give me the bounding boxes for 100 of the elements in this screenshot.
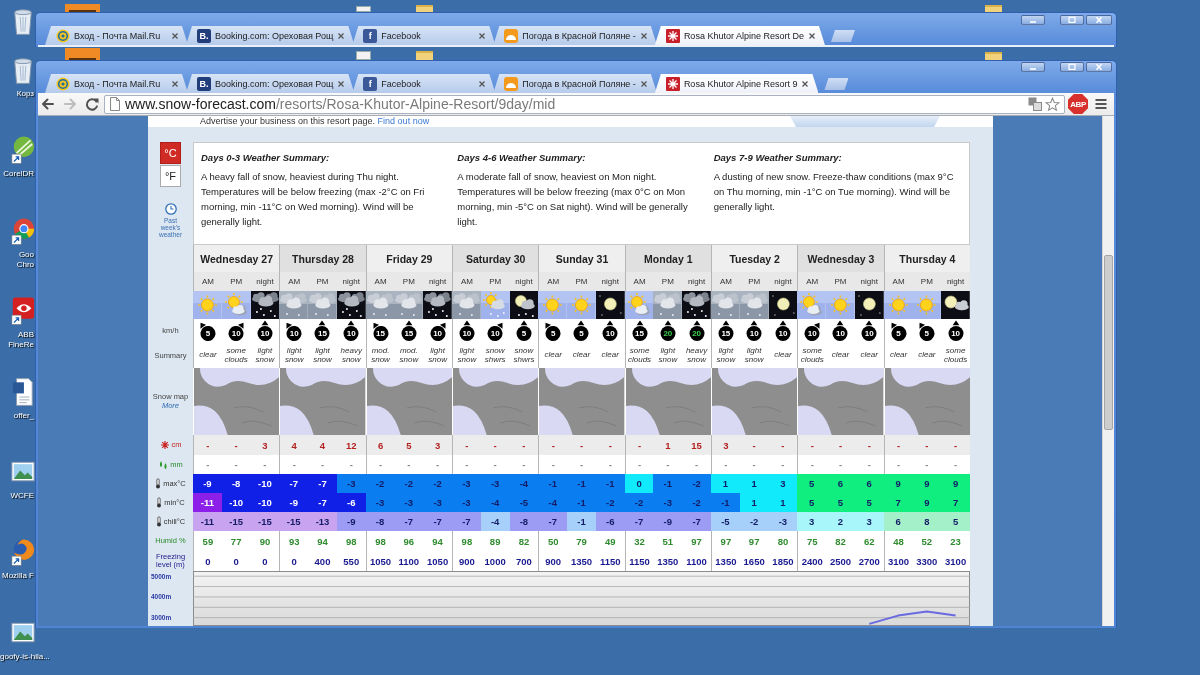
close-button[interactable]: [1086, 62, 1112, 72]
snowflake-icon: [665, 76, 680, 91]
freezing-level-value: 1050: [427, 555, 449, 567]
rainfall-value: -: [551, 459, 555, 470]
back-arrow-icon[interactable]: [40, 96, 56, 112]
clock-icon[interactable]: [164, 203, 177, 215]
temperature-cell: -15: [279, 512, 309, 531]
browser-tab[interactable]: Погода в Красной Поляне -: [493, 26, 657, 45]
summary-text: A moderate fall of snow, heaviest on Mon night. Temperatures will be below freezing (max 0°C on Mon morning, min -5°C on Sat night). Wind will be generally light.: [457, 170, 689, 229]
period-label: PM: [480, 272, 510, 291]
temperature-cell: -4: [509, 474, 539, 493]
close-icon[interactable]: [337, 31, 346, 40]
freezing-level-value: 0: [291, 555, 297, 567]
browser-tab[interactable]: B. Booking.com: Ореховая Рощ: [186, 74, 355, 93]
app-icon[interactable]: [11, 296, 35, 327]
humidity-value: 97: [748, 535, 760, 547]
close-icon[interactable]: [639, 79, 648, 88]
day-header: Sunday 31: [538, 245, 625, 272]
site-logo: B.: [197, 76, 211, 91]
temperature-cell: -2: [423, 474, 452, 493]
temperature-cell: -6: [595, 512, 625, 531]
browser-tab[interactable]: Rosa Khutor Alpine Resort 9: [654, 74, 819, 93]
rainfall-value: -: [867, 459, 871, 470]
close-button[interactable]: [1086, 15, 1112, 25]
reload-icon[interactable]: [84, 96, 100, 112]
humidity-value: 75: [806, 535, 818, 547]
close-icon[interactable]: [337, 79, 346, 88]
close-icon[interactable]: [807, 31, 816, 40]
minimize-button[interactable]: [1021, 62, 1045, 72]
browser-tab[interactable]: B. Booking.com: Ореховая Рощ: [186, 26, 355, 45]
temperature-cell: -11: [193, 512, 222, 531]
humidity-value: 94: [432, 535, 443, 547]
snowfall-cell: -: [826, 435, 855, 455]
app-icon[interactable]: [11, 135, 35, 166]
humidity-value: 97: [691, 535, 702, 547]
period-label: PM: [653, 272, 683, 291]
period-label: night: [250, 272, 280, 291]
summary-text: A dusting of new snow. Freeze-thaw conditions (max 9°C on Thu morning, min -1°C on Tue morning). Wind will be generally light.: [713, 170, 955, 214]
weather-summary: clear: [774, 351, 792, 360]
snowfall-cell: -: [941, 435, 970, 455]
star-icon[interactable]: [1045, 96, 1060, 112]
icon-label: WCFE: [10, 490, 34, 501]
weather-summary: snow shwrs: [484, 347, 506, 364]
temperature-cell: -3: [423, 493, 452, 512]
freezing-level-value: 1100: [398, 555, 420, 567]
ring-logo-icon: [56, 28, 70, 43]
menu-icon[interactable]: [1093, 96, 1109, 112]
weather-summary: mod. snow: [399, 347, 419, 364]
minimize-button[interactable]: [1021, 15, 1045, 25]
snowfall-cell: -: [624, 435, 654, 455]
maximize-button[interactable]: [1060, 15, 1084, 25]
snowfall-cell: 12: [336, 435, 366, 455]
close-icon[interactable]: [639, 31, 648, 40]
freezing-level-value: 3100: [887, 555, 910, 567]
overlapping-squares-icon[interactable]: [1028, 97, 1042, 111]
unit-button[interactable]: °F: [160, 165, 181, 187]
humidity-value: 52: [921, 535, 933, 547]
day-header: Saturday 30: [452, 245, 539, 272]
day-header: Thursday 4: [883, 245, 970, 272]
browser-tab[interactable]: Вход - Почта Mail.Ru: [45, 74, 188, 93]
maximize-button[interactable]: [1060, 62, 1084, 72]
browser-tab[interactable]: Погода в Красной Поляне -: [493, 74, 657, 93]
browser-tab[interactable]: f Facebook: [352, 26, 496, 45]
scrollbar-thumb[interactable]: [1104, 255, 1113, 430]
browser-tab[interactable]: Rosa Khutor Alpine Resort De: [654, 26, 825, 45]
snowfall-cell: -: [452, 435, 481, 455]
find-out-link[interactable]: Find out now: [377, 116, 430, 126]
browser-tab[interactable]: Вход - Почта Mail.Ru: [45, 26, 188, 45]
raindrop-icon: [158, 459, 169, 470]
thermometer-icon: [156, 497, 163, 508]
close-icon[interactable]: [478, 79, 487, 88]
temperature-cell: -15: [250, 512, 280, 531]
close-icon[interactable]: [478, 31, 487, 40]
ring-logo-icon: [56, 76, 70, 91]
unit-button[interactable]: °C: [160, 142, 181, 164]
close-icon[interactable]: [171, 31, 179, 40]
close-icon[interactable]: [801, 79, 810, 88]
snowfall-cell: -: [567, 435, 596, 455]
freezing-level-value: 1000: [484, 555, 506, 567]
period-label: AM: [797, 272, 827, 291]
adblock-button[interactable]: ABP: [1068, 94, 1088, 114]
freezing-level-value: 1350: [657, 555, 679, 567]
freezing-level-value: 3100: [945, 555, 967, 567]
temperature-cell: -3: [768, 512, 798, 531]
app-icon[interactable]: [65, 4, 100, 12]
period-label: AM: [883, 272, 913, 291]
document-icon[interactable]: [11, 376, 35, 407]
humidity-value: 23: [950, 535, 961, 547]
close-icon[interactable]: [171, 79, 179, 88]
address-bar[interactable]: www.snow-forecast.com/resorts/Rosa-Khutor-Alpine-Resort/9day/mid: [104, 94, 1065, 114]
snowfall-cell: 6: [365, 435, 395, 455]
browser-tab[interactable]: f Facebook: [352, 74, 496, 93]
temperature-cell: -9: [336, 512, 366, 531]
temperature-cell: -5: [509, 493, 539, 512]
period-label: AM: [624, 272, 654, 291]
snowfall-cell: -: [912, 435, 942, 455]
app-icon[interactable]: [65, 48, 100, 60]
app-icon[interactable]: [11, 537, 35, 568]
weather-summary: light snow: [716, 347, 736, 364]
period-label: AM: [365, 272, 395, 291]
